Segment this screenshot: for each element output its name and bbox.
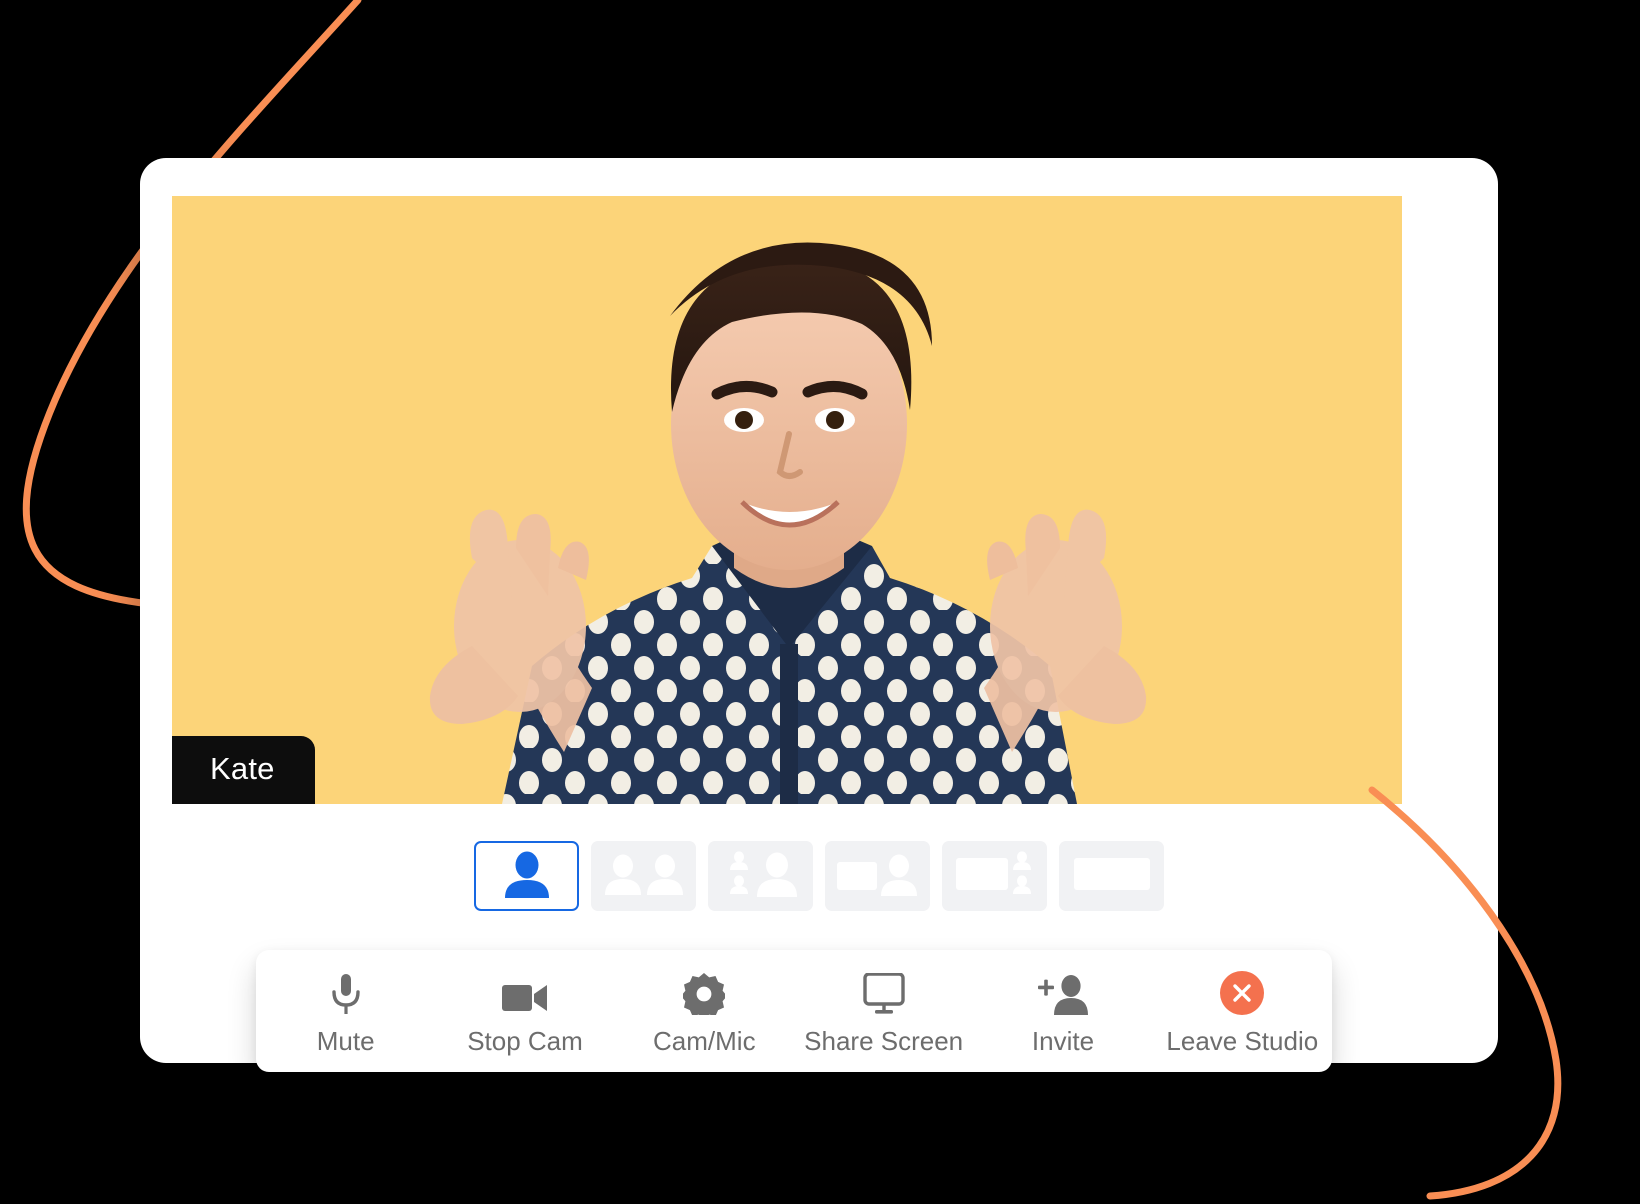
stop-cam-button-label: Stop Cam [467,1025,583,1056]
cam-mic-settings-button[interactable]: Cam/Mic [615,950,794,1072]
gear-icon [683,972,726,1015]
monitor-icon [862,972,906,1015]
leave-circle [1220,970,1265,1015]
person-two-equal-icon [602,853,686,900]
layout-button-screen-plus-one[interactable] [825,841,930,911]
layout-button-one-plus-small[interactable] [708,841,813,911]
stop-cam-button[interactable]: Stop Cam [435,950,614,1072]
mute-button[interactable]: Mute [256,950,435,1072]
microphone-icon [329,973,363,1015]
person-stack-plus-one-icon [719,850,803,902]
studio-controls-toolbar: Mute Stop Cam Cam/Mic Share Screen Invit… [256,950,1332,1072]
video-studio-card: Kate [140,158,1498,1063]
invite-button[interactable]: Invite [973,950,1152,1072]
add-person-icon [1037,973,1088,1015]
cam-mic-button-label: Cam/Mic [653,1025,756,1056]
leave-studio-button[interactable]: Leave Studio [1153,950,1332,1072]
layout-button-two-up[interactable] [591,841,696,911]
leave-studio-button-label: Leave Studio [1166,1025,1319,1056]
share-screen-button-label: Share Screen [804,1025,964,1056]
screen-plus-person-icon [835,852,921,901]
invite-button-label: Invite [1031,1025,1095,1056]
screen-with-sidebar-icon [952,850,1038,902]
person-single-icon [497,850,557,903]
participant-name-label: Kate [210,751,275,786]
close-circle-icon [1220,970,1265,1015]
screen-only-icon [1071,852,1153,901]
share-screen-button[interactable]: Share Screen [794,950,973,1072]
mute-button-label: Mute [316,1025,375,1056]
participant-video-image [429,242,1147,804]
studio-stage: Kate Mute Stop Cam Cam/Mic Share Screen … [0,0,1640,1204]
layout-selector [140,830,1498,922]
layout-button-screen-only[interactable] [1059,841,1164,911]
participant-nametag: Kate [172,736,315,804]
layout-button-single-speaker[interactable] [474,841,579,911]
video-camera-icon [501,973,548,1015]
video-stage: Kate [172,196,1402,804]
layout-button-screen-sidebar[interactable] [942,841,1047,911]
